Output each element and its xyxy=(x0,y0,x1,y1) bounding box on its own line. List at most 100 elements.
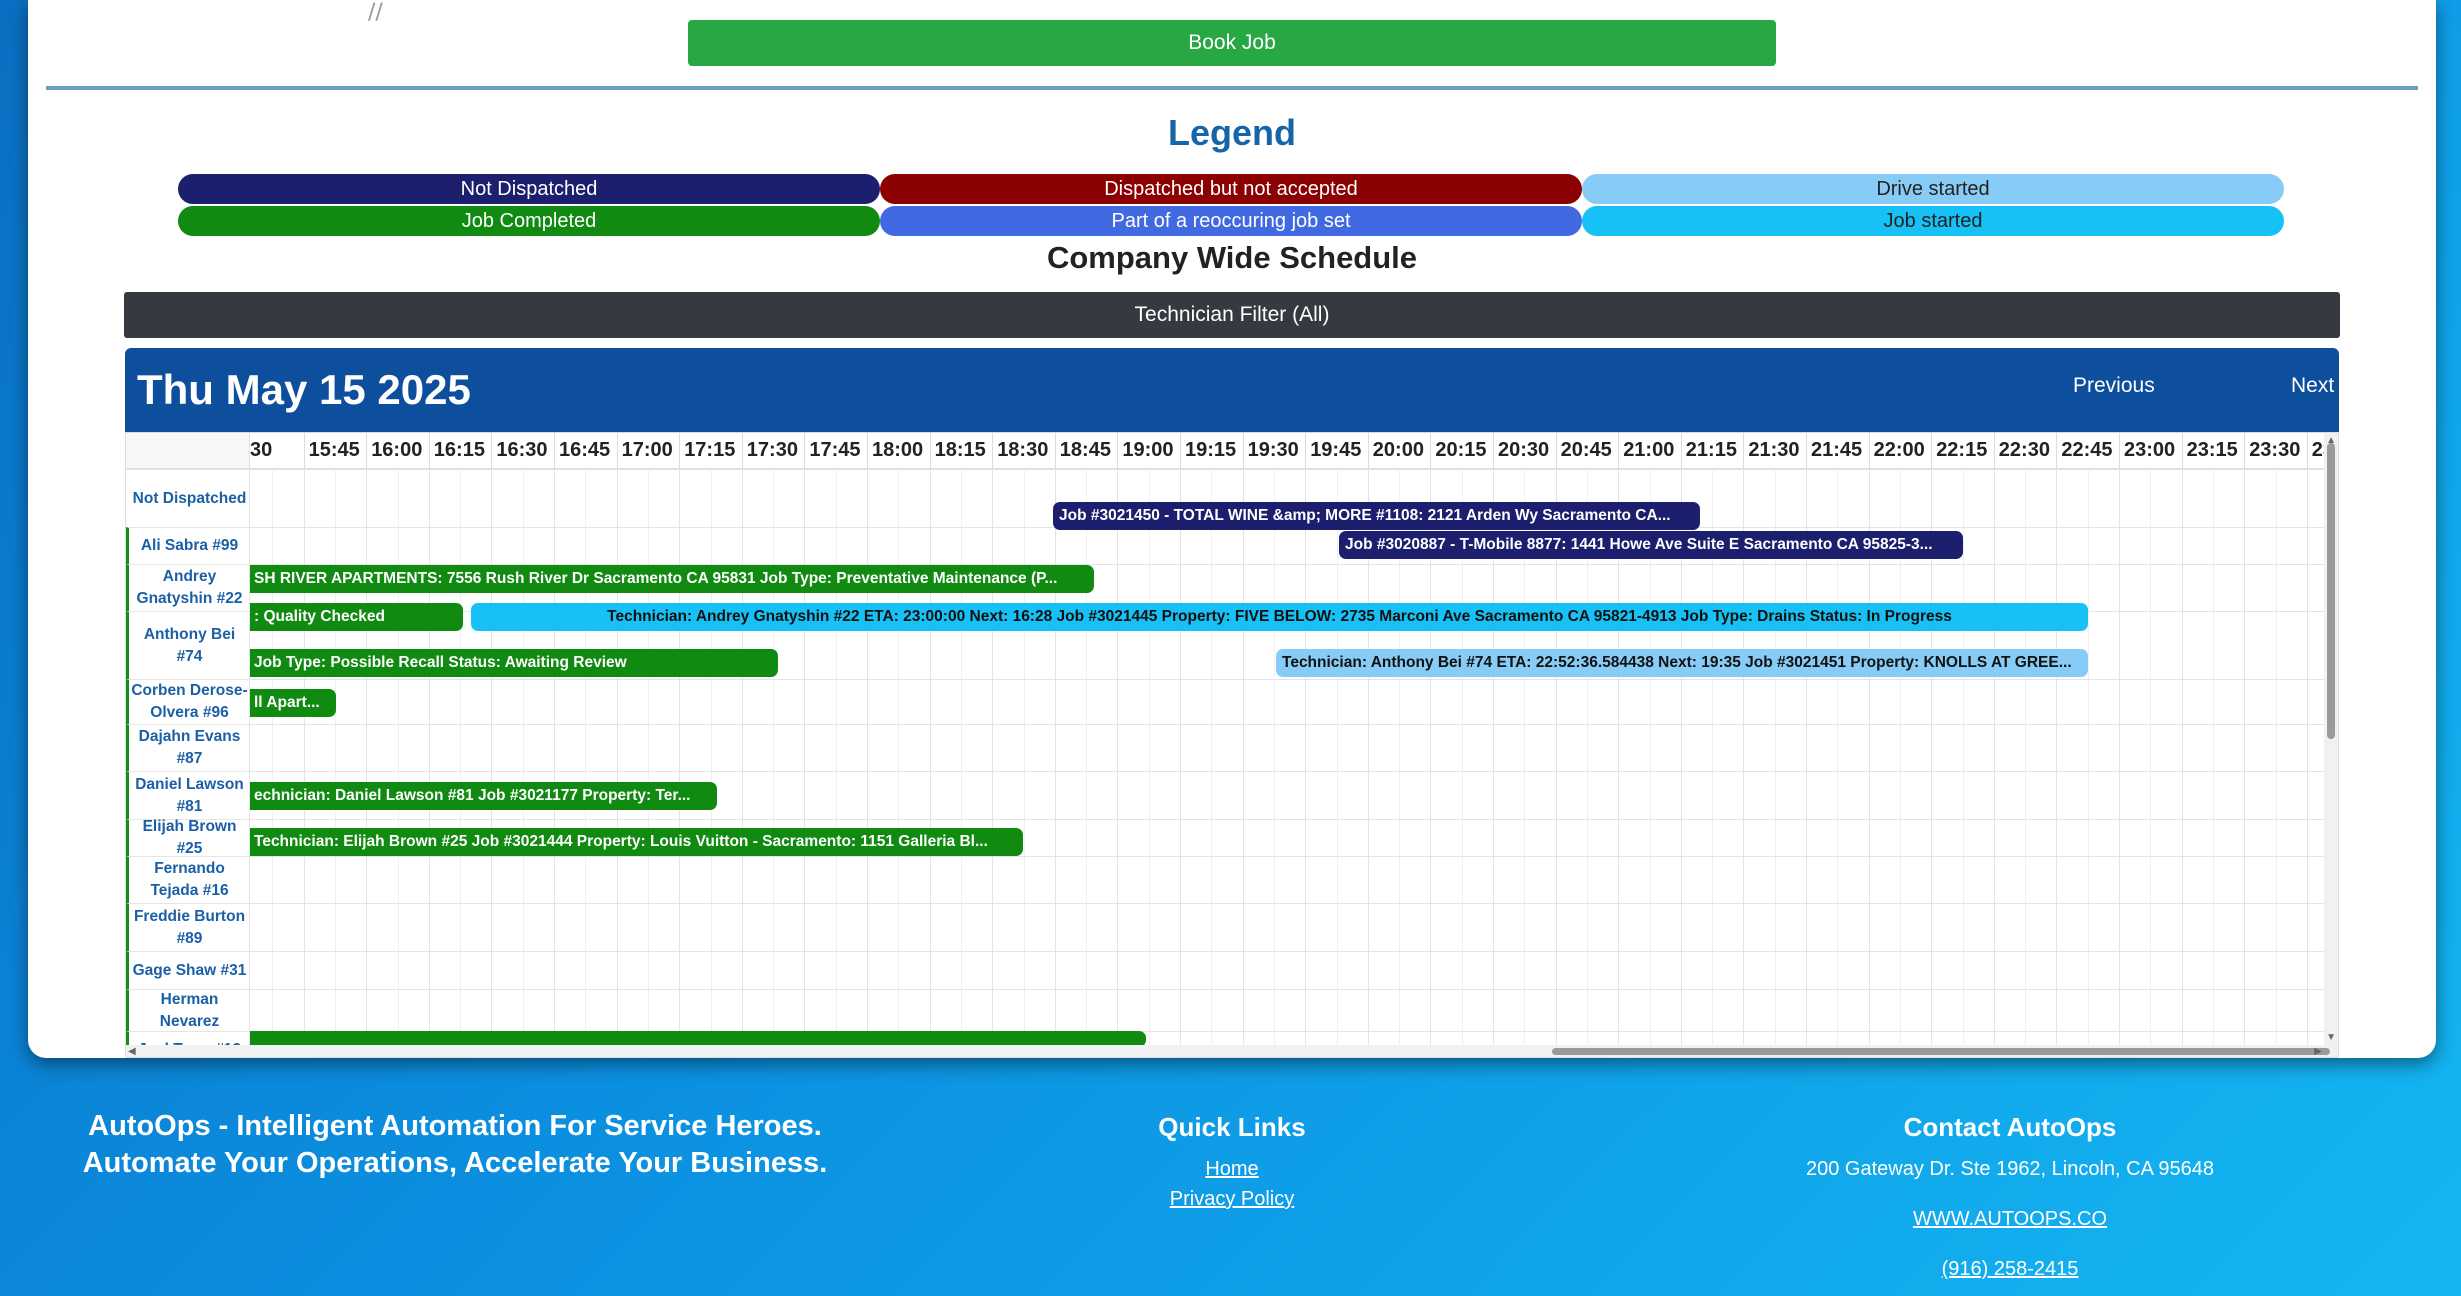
grid-subline xyxy=(1962,469,1964,1057)
horizontal-scroll-thumb[interactable] xyxy=(1552,1048,2330,1055)
header-divider xyxy=(1367,433,1369,469)
contact-address: 200 Gateway Dr. Ste 1962, Lincoln, CA 95… xyxy=(1805,1158,2215,1180)
time-label: 17:45 xyxy=(809,439,861,461)
grid-subline xyxy=(1148,469,1150,1057)
grid-subline xyxy=(1086,469,1088,1057)
header-divider xyxy=(1242,433,1244,469)
scroll-left-icon[interactable]: ◀ xyxy=(128,1046,136,1057)
header-divider xyxy=(616,433,618,469)
header-divider xyxy=(2181,433,2183,469)
scroll-right-icon[interactable]: ▶ xyxy=(2314,1046,2322,1057)
legend-not-dispatched: Not Dispatched xyxy=(178,174,880,204)
grid-subline xyxy=(585,469,587,1057)
grid-subline xyxy=(960,469,962,1057)
legend-drive-started: Drive started xyxy=(1582,174,2284,204)
scroll-down-icon[interactable]: ▼ xyxy=(2326,1032,2336,1043)
schedule-event[interactable]: Technician: Anthony Bei #74 ETA: 22:52:3… xyxy=(1276,649,2088,677)
resource-row-label: Dajahn Evans #87 xyxy=(126,724,250,771)
schedule-event[interactable]: echnician: Daniel Lawson #81 Job #302117… xyxy=(248,782,717,810)
previous-button[interactable]: Previous xyxy=(2073,374,2155,398)
time-header: 30 15:45 16:00 16:15 16:30 16:45 17:00 17:15 17:… xyxy=(241,433,2338,469)
header-divider xyxy=(366,433,368,469)
grid-subline xyxy=(2150,469,2152,1057)
header-divider xyxy=(741,433,743,469)
timeline-grid[interactable]: 30 15:45 16:00 16:15 16:30 16:45 17:00 17:15 17:… xyxy=(241,433,2338,1057)
row-divider xyxy=(250,724,2324,725)
calendar-date: Thu May 15 2025 xyxy=(137,366,471,413)
time-label: 17:00 xyxy=(621,439,673,461)
resource-row-label: Anthony Bei #74 xyxy=(126,611,250,679)
grid-subline xyxy=(835,469,837,1057)
grid-subline xyxy=(647,469,649,1057)
schedule-event[interactable]: Job #3021450 - TOTAL WINE &amp; MORE #11… xyxy=(1053,502,1700,530)
time-label: 16:15 xyxy=(433,439,485,461)
header-divider xyxy=(929,433,931,469)
row-divider xyxy=(250,679,2324,680)
privacy-policy-link[interactable]: Privacy Policy xyxy=(1132,1188,1332,1211)
scroll-up-icon[interactable]: ▲ xyxy=(2326,435,2336,446)
resource-row-label: Not Dispatched xyxy=(126,469,250,527)
resource-column: Not Dispatched Ali Sabra #99 Andrey Gnatys… xyxy=(126,433,250,1057)
header-divider xyxy=(867,433,868,469)
grid-subline xyxy=(2338,469,2339,1057)
time-label: 22:45 xyxy=(2061,439,2113,461)
row-divider xyxy=(250,951,2324,952)
row-divider xyxy=(250,856,2324,857)
resource-row-label: Gage Shaw #31 xyxy=(126,951,250,989)
time-label: 21:45 xyxy=(1811,439,1863,461)
grid-line xyxy=(741,469,743,1057)
contact-title: Contact AutoOps xyxy=(1903,1112,2117,1142)
header-divider xyxy=(2306,433,2308,469)
time-label: 16:00 xyxy=(371,439,423,461)
time-label: 16:30 xyxy=(496,439,548,461)
resource-row-label: Ali Sabra #99 xyxy=(126,527,250,564)
schedule-event[interactable]: Technician: Andrey Gnatyshin #22 ETA: 23… xyxy=(471,603,2088,631)
legend-job-started: Job started xyxy=(1582,206,2284,236)
schedule-event[interactable]: Job Type: Possible Recall Status: Awaiti… xyxy=(248,649,778,677)
schedule-event[interactable]: ll Apart... xyxy=(248,689,336,717)
vertical-scrollbar[interactable] xyxy=(2324,433,2338,1057)
grid-line xyxy=(366,469,368,1057)
divider xyxy=(46,86,2418,90)
grid-line xyxy=(867,469,868,1057)
vertical-scroll-thumb[interactable] xyxy=(2327,443,2335,739)
header-divider xyxy=(1806,433,1807,469)
header-divider xyxy=(1430,433,1432,469)
grid-line xyxy=(554,469,555,1057)
technician-filter-button[interactable]: Technician Filter (All) xyxy=(124,292,2340,338)
time-label: 19:00 xyxy=(1122,439,1174,461)
row-divider xyxy=(250,469,2324,470)
grid-line xyxy=(679,469,681,1057)
time-label: 18:15 xyxy=(934,439,986,461)
next-button[interactable]: Next xyxy=(2291,374,2334,398)
legend-row-2: Job Completed Part of a reoccuring job s… xyxy=(178,206,2284,236)
header-divider xyxy=(1493,433,1494,469)
website-link[interactable]: WWW.AUTOOPS.CO xyxy=(1810,1208,2210,1231)
schedule-event[interactable]: Technician: Elijah Brown #25 Job #302144… xyxy=(248,828,1023,856)
book-job-button[interactable]: Book Job xyxy=(688,20,1776,66)
header-divider xyxy=(2244,433,2246,469)
horizontal-scrollbar[interactable] xyxy=(126,1045,2338,1057)
header-divider xyxy=(1993,433,1995,469)
schedule-event[interactable]: Job #3020887 - T-Mobile 8877: 1441 Howe … xyxy=(1339,531,1963,559)
grid-line xyxy=(1305,469,1307,1057)
header-divider xyxy=(1618,433,1620,469)
time-label: 22:30 xyxy=(1998,439,2050,461)
phone-link[interactable]: (916) 258-2415 xyxy=(1810,1258,2210,1281)
tagline-line-1: AutoOps - Intelligent Automation For Ser… xyxy=(88,1110,822,1142)
grid-subline xyxy=(2212,469,2214,1057)
grid-line xyxy=(491,469,493,1057)
time-label: 20:30 xyxy=(1498,439,1550,461)
home-link[interactable]: Home xyxy=(1132,1158,1332,1181)
time-label: 19:15 xyxy=(1185,439,1237,461)
header-divider xyxy=(1555,433,1557,469)
header-divider xyxy=(491,433,493,469)
schedule-event[interactable]: : Quality Checked xyxy=(248,603,463,631)
time-label: 30 xyxy=(250,439,273,461)
grid-subline xyxy=(773,469,775,1057)
header-divider xyxy=(804,433,806,469)
grid-line xyxy=(992,469,994,1057)
schedule-event[interactable]: SH RIVER APARTMENTS: 7556 Rush River Dr … xyxy=(248,565,1094,593)
calendar-body: Not Dispatched Ali Sabra #99 Andrey Gnatys… xyxy=(125,432,2339,1058)
header-divider xyxy=(679,433,681,469)
